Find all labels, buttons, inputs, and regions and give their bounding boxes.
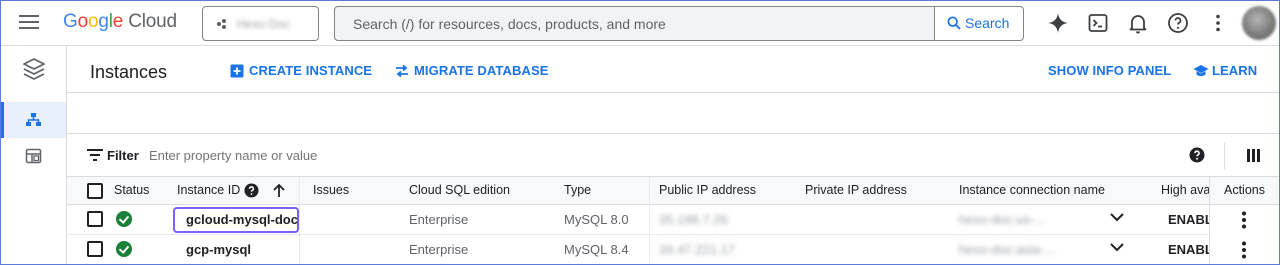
search-input[interactable]: Search (/) for resources, docs, products… [353,16,666,32]
cloud-console-window: Google Cloud Hexo Doc Search (/) for res… [0,0,1280,265]
overview-nav-icon [25,148,42,164]
actions-header-cell: Actions [1210,177,1279,205]
sort-ascending-icon[interactable] [272,183,286,198]
google-cloud-logo[interactable]: Google Cloud [63,11,177,33]
column-header-instance-id[interactable]: Instance ID [177,183,240,197]
logo-cloud-text: Cloud [128,11,177,32]
more-vert-icon[interactable] [1241,211,1247,229]
migrate-database-label: MIGRATE DATABASE [414,63,549,78]
show-info-panel-label: SHOW INFO PANEL [1048,63,1172,78]
sql-stack-icon[interactable] [22,57,46,85]
public-ip-cell[interactable]: 34.47.221.17 [659,242,735,257]
create-instance-button[interactable]: CREATE INSTANCE [230,63,372,78]
migrate-database-button[interactable]: MIGRATE DATABASE [395,63,548,78]
high-availability-cell: ENABL [1168,242,1213,257]
left-rail [1,46,67,264]
project-dots-icon [217,19,227,29]
column-display-icon[interactable] [1247,149,1260,162]
search-button[interactable]: Search [934,7,1023,40]
type-cell: MySQL 8.4 [564,242,629,257]
instances-nav-icon [26,113,41,126]
search-bar[interactable]: Search (/) for resources, docs, products… [334,6,1024,41]
show-info-panel-button[interactable]: SHOW INFO PANEL [1048,63,1171,78]
column-header-high-availability[interactable]: High avai [1161,183,1213,197]
connection-name-cell[interactable]: hexo-doc:us-... [959,212,1045,227]
gemini-sparkle-icon[interactable] [1046,11,1070,35]
page-header: Instances CREATE INSTANCE MIGRATE DATABA… [67,46,1279,93]
project-picker[interactable]: Hexo Doc [202,6,319,41]
connection-name-cell[interactable]: hexo-doc:asia-... [959,242,1055,257]
select-all-checkbox[interactable] [87,183,103,199]
help-icon[interactable] [1166,11,1190,35]
more-vert-icon[interactable] [1241,241,1247,259]
table-row[interactable]: gcloud-mysql-doc Enterprise MySQL 8.0 35… [67,205,1279,235]
column-header-connection-name[interactable]: Instance connection name [959,183,1105,197]
instances-table: Status Instance ID Issues Cloud SQL edit… [67,177,1279,264]
table-row[interactable]: gcp-mysql Enterprise MySQL 8.4 34.47.221… [67,235,1279,264]
column-header-status[interactable]: Status [114,183,149,197]
cloud-shell-icon[interactable] [1086,11,1110,35]
search-button-label: Search [965,15,1010,31]
instance-id-link[interactable]: gcp-mysql [186,242,251,257]
chevron-down-icon[interactable] [1110,243,1124,252]
filter-input[interactable] [149,148,549,163]
column-header-public-ip[interactable]: Public IP address [659,183,756,197]
notifications-icon[interactable] [1126,11,1150,35]
column-header-edition[interactable]: Cloud SQL edition [409,183,510,197]
column-header-issues[interactable]: Issues [313,183,349,197]
column-header-actions: Actions [1224,183,1265,197]
toolbar-divider [1224,143,1225,169]
table-header-row: Status Instance ID Issues Cloud SQL edit… [67,177,1279,205]
column-header-type[interactable]: Type [564,183,591,197]
page-title: Instances [90,62,168,82]
column-header-private-ip[interactable]: Private IP address [805,183,907,197]
project-name: Hexo Doc [237,17,290,31]
row-checkbox[interactable] [87,241,103,257]
public-ip-cell[interactable]: 35.198.7.26 [659,212,728,227]
type-cell: MySQL 8.0 [564,212,629,227]
edition-cell: Enterprise [409,242,469,257]
swap-arrows-icon [396,64,408,78]
instance-id-help-icon[interactable] [244,183,259,198]
chevron-down-icon[interactable] [1110,213,1124,222]
learn-button[interactable]: LEARN [1193,63,1257,78]
school-icon [1193,65,1209,76]
filter-help-icon[interactable] [1189,147,1205,163]
top-bar: Google Cloud Hexo Doc Search (/) for res… [1,1,1279,46]
search-icon [947,16,961,30]
instances-nav-item[interactable] [1,102,66,138]
row-checkbox[interactable] [87,211,103,227]
high-availability-cell: ENABL [1168,212,1213,227]
edition-cell: Enterprise [409,212,469,227]
status-ok-icon [116,211,132,227]
more-vert-icon[interactable] [1206,11,1230,35]
add-box-icon [230,64,244,78]
actions-column: Actions [1209,177,1279,264]
filter-bar: Filter [67,135,1279,177]
avatar[interactable] [1242,6,1276,40]
content-spacer [67,94,1279,134]
filter-list-icon[interactable] [87,149,103,161]
instance-id-link[interactable]: gcloud-mysql-doc [186,212,298,227]
create-instance-label: CREATE INSTANCE [249,63,373,78]
overview-nav-item[interactable] [1,138,66,174]
status-ok-icon [116,241,132,257]
filter-label: Filter [107,148,139,163]
main-menu-icon[interactable] [19,15,39,31]
